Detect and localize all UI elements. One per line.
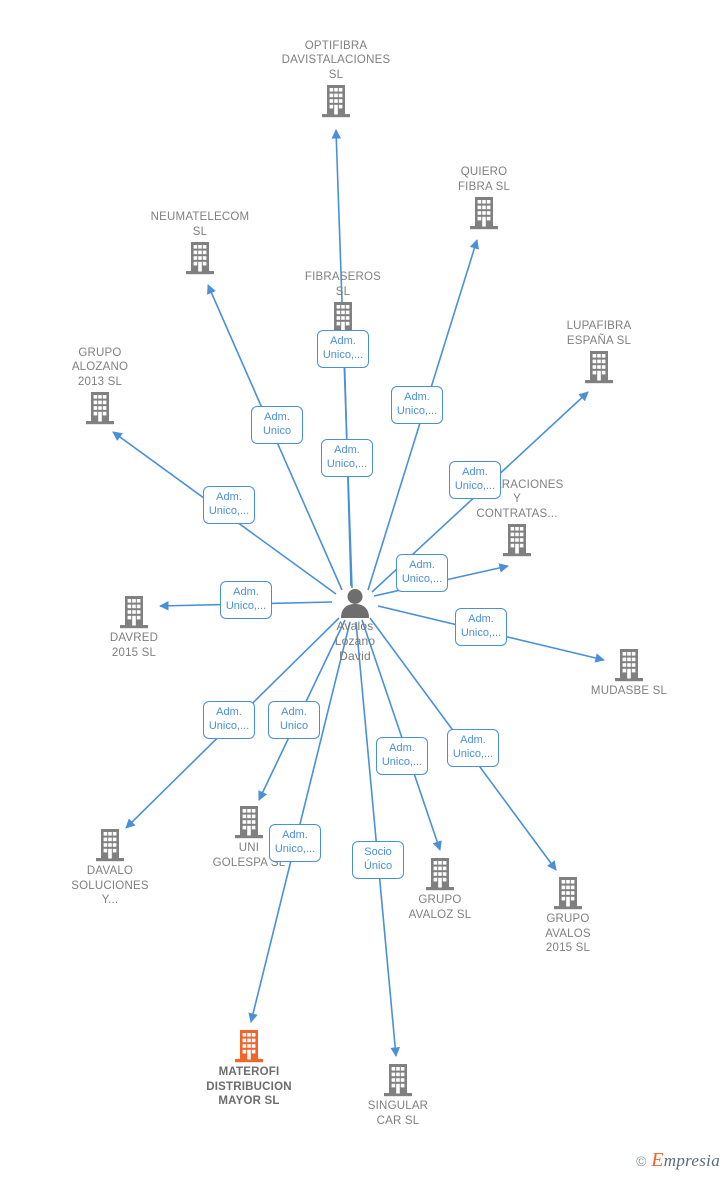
company-node-label: LUPAFIBRA ESPAÑA SL (566, 320, 632, 347)
company-node-mudasbe[interactable]: MUDASBE SL (569, 648, 689, 699)
building-icon (539, 350, 659, 384)
company-node-label: QUIERO FIBRA SL (457, 166, 511, 193)
company-node-label: OPTIFIBRA DAVISTALACIONES SL (281, 39, 391, 81)
company-node-fibraseros[interactable]: FIBRASEROS SL (283, 269, 403, 335)
company-node-label: FIBRASEROS SL (304, 271, 382, 298)
edge-label-mudasbe[interactable]: Adm. Unico,... (455, 608, 507, 646)
center-node-person[interactable]: Avalos Lozano David (295, 588, 415, 664)
company-node-davred[interactable]: DAVRED 2015 SL (74, 595, 194, 660)
edge-label-grupoavalos[interactable]: Adm. Unico,... (447, 729, 499, 767)
network-graph-canvas[interactable]: OPTIFIBRA DAVISTALACIONES SL QUIERO FIBRA… (0, 0, 728, 1180)
building-icon (457, 523, 577, 557)
company-node-label: DAVRED 2015 SL (109, 632, 159, 659)
company-node-label: GRUPO AVALOZ SL (408, 894, 472, 921)
edge-label-fibraseros[interactable]: Adm. Unico,... (317, 330, 369, 368)
building-icon (424, 196, 544, 230)
building-icon (140, 241, 260, 275)
company-node-davalo[interactable]: DAVALO SOLUCIONES Y... (50, 828, 170, 908)
center-node-label: Avalos Lozano David (334, 619, 376, 663)
company-node-label: MUDASBE SL (590, 685, 668, 697)
edge-label-davalo[interactable]: Adm. Unico,... (203, 701, 255, 739)
edge-label-quiero[interactable]: Adm. Unico,... (391, 386, 443, 424)
edge-label-neumatelecom[interactable]: Adm. Unico (251, 406, 303, 444)
edge-label-singularcar[interactable]: Socio Único (352, 841, 404, 879)
company-node-lupafibra[interactable]: LUPAFIBRA ESPAÑA SL (539, 318, 659, 384)
edge-label-grupoalozano[interactable]: Adm. Unico,... (203, 486, 255, 524)
brand-name: Empresia (651, 1149, 720, 1171)
edge-label-materofi[interactable]: Adm. Unico,... (269, 824, 321, 862)
edge-to-singularcar (355, 621, 400, 1057)
edge-label-reparaciones[interactable]: Adm. Unico,... (396, 554, 448, 592)
company-node-label: MATEROFI DISTRIBUCION MAYOR SL (206, 1066, 292, 1107)
brand-rest: mpresia (663, 1151, 720, 1170)
company-node-grupoalozano[interactable]: GRUPO ALOZANO 2013 SL (40, 345, 160, 426)
watermark: © Empresia (636, 1149, 720, 1172)
building-icon (338, 1063, 458, 1097)
building-icon (276, 84, 396, 118)
edge-label-davred[interactable]: Adm. Unico,... (220, 581, 272, 619)
company-node-materofi[interactable]: MATEROFI DISTRIBUCION MAYOR SL (189, 1029, 309, 1109)
building-icon (74, 595, 194, 629)
building-icon (569, 648, 689, 682)
company-node-label: SINGULAR CAR SL (367, 1100, 429, 1127)
copyright-symbol: © (636, 1153, 647, 1169)
building-icon (50, 828, 170, 862)
person-icon (295, 588, 415, 618)
building-icon (508, 876, 628, 910)
brand-initial: E (651, 1149, 664, 1171)
company-node-quiero[interactable]: QUIERO FIBRA SL (424, 164, 544, 230)
company-node-neumatelecom[interactable]: NEUMATELECOM SL (140, 209, 260, 275)
company-node-singularcar[interactable]: SINGULAR CAR SL (338, 1063, 458, 1128)
edge-label-optifibra[interactable]: Adm. Unico,... (321, 439, 373, 477)
company-node-label: GRUPO AVALOS 2015 SL (545, 913, 591, 954)
building-icon (40, 391, 160, 425)
building-icon (189, 1029, 309, 1063)
company-node-optifibra[interactable]: OPTIFIBRA DAVISTALACIONES SL (276, 38, 396, 119)
company-node-label: DAVALO SOLUCIONES Y... (71, 865, 149, 906)
edge-label-unigolespa[interactable]: Adm. Unico (268, 701, 320, 739)
company-node-label: NEUMATELECOM SL (150, 211, 250, 238)
company-node-label: GRUPO ALOZANO 2013 SL (71, 346, 129, 388)
edge-label-grupoavaloz[interactable]: Adm. Unico,... (376, 737, 428, 775)
company-node-grupoavalos[interactable]: GRUPO AVALOS 2015 SL (508, 876, 628, 956)
edge-label-lupafibra[interactable]: Adm. Unico,... (449, 461, 501, 499)
